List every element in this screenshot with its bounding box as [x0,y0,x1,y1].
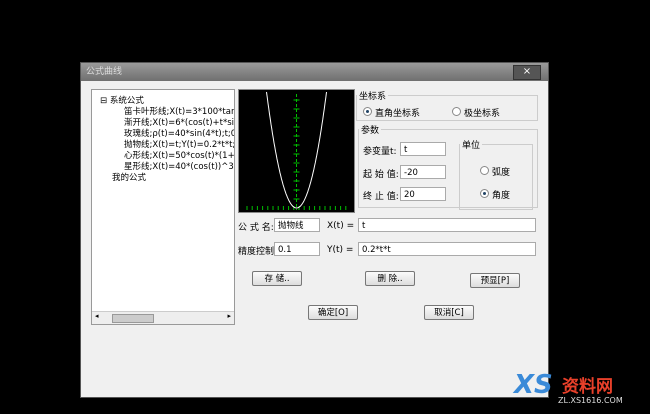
unit-group: 单位 弧度 角度 [459,138,533,210]
preview-svg [246,91,347,210]
unit-legend: 单位 [462,141,481,151]
formula-tree[interactable]: ⊟ 系统公式 笛卡叶形线;X(t)=3*100*tan(t) 渐开线;X(t)=… [91,89,235,325]
preview-button[interactable]: 预显[P] [470,273,520,288]
end-input[interactable]: 20 [400,187,446,201]
end-label: 终 止 值: [363,192,399,202]
y-input[interactable]: 0.2*t*t [358,242,536,256]
scroll-left-icon[interactable]: ◂ [95,312,99,320]
start-label: 起 始 值: [363,170,399,180]
scroll-thumb[interactable] [112,314,154,323]
horizontal-scrollbar[interactable]: ◂ ▸ [92,311,234,324]
var-input[interactable]: t [400,142,446,156]
degree-label: 角度 [492,191,511,201]
polar-label: 极坐标系 [464,109,501,119]
dialog-title: 公式曲线 [86,67,123,77]
watermark-logo: XS 资料网 ZL.XS1616.COM [514,370,644,410]
tree-item[interactable]: 玫瑰线;ρ(t)=40*sin(4*t);t;0;360 [124,129,234,140]
var-label: 参变量t: [363,147,397,157]
tree-item[interactable]: 抛物线;X(t)=t;Y(t)=0.2*t*t;t;-20;20 [124,140,234,151]
formula-name-input[interactable]: 抛物线 [274,218,320,232]
watermark-url: ZL.XS1616.COM [558,396,623,405]
x-input[interactable]: t [358,218,536,232]
save-button[interactable]: 存 储.. [252,271,302,286]
curve-preview [238,89,355,213]
xs-logo-icon: XS [514,370,553,400]
close-icon[interactable]: × [513,65,541,80]
tree-node-user[interactable]: 我的公式 [112,173,146,184]
degree-radio[interactable] [480,189,489,198]
coord-group: 坐标系 直角坐标系 极坐标系 [356,89,538,121]
start-input[interactable]: -20 [400,165,446,179]
watermark-brand: 资料网 [562,377,613,397]
polar-radio[interactable] [452,107,461,116]
precision-label: 精度控制: [238,247,278,257]
tree-node-system[interactable]: ⊟ 系统公式 [100,96,144,107]
scroll-right-icon[interactable]: ▸ [227,312,231,320]
radian-label: 弧度 [492,168,511,178]
x-label: X(t) = [327,221,355,231]
formula-curve-dialog: 公式曲线 × ⊟ 系统公式 笛卡叶形线;X(t)=3*100*tan(t) 渐开… [80,62,549,398]
tree-item[interactable]: 笛卡叶形线;X(t)=3*100*tan(t) [124,107,234,118]
params-legend: 参数 [361,126,380,136]
tree-node-label: 系统公式 [109,96,144,106]
cartesian-radio[interactable] [363,107,372,116]
params-group: 参数 参变量t: t 起 始 值: -20 终 止 值: 20 单位 弧度 角度 [358,123,538,210]
cancel-button[interactable]: 取消[C] [424,305,474,320]
y-label: Y(t) = [327,245,354,255]
tree-item[interactable]: 心形线;X(t)=50*cos(t)*(1+cos(t)) [124,151,234,162]
coord-legend: 坐标系 [359,92,387,102]
radian-radio[interactable] [480,166,489,175]
precision-input[interactable]: 0.1 [274,242,320,256]
cartesian-label: 直角坐标系 [375,109,421,119]
ok-button[interactable]: 确定[O] [308,305,358,320]
formula-name-label: 公 式 名: [238,223,274,233]
tree-item[interactable]: 星形线;X(t)=40*(cos(t))^3;Y(t) [124,162,234,173]
delete-button[interactable]: 删 除.. [365,271,415,286]
title-bar: 公式曲线 [81,63,548,81]
tree-item[interactable]: 渐开线;X(t)=6*(cos(t)+t*sin(t)) [124,118,234,129]
